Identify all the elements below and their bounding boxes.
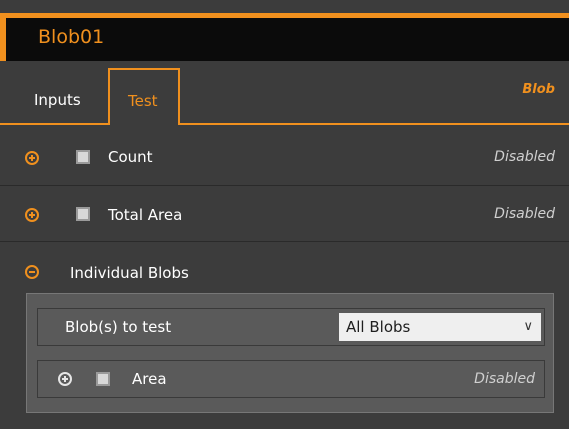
- plus-circle-icon[interactable]: [25, 208, 39, 222]
- individual-blobs-group: Blob(s) to test All Blobs ∨ Area Disable…: [26, 293, 554, 413]
- blobs-to-test-select[interactable]: All Blobs ∨: [339, 313, 541, 341]
- minus-circle-icon[interactable]: [25, 265, 39, 279]
- title-accent: [0, 18, 6, 61]
- count-label: Count: [108, 148, 153, 166]
- plus-circle-icon[interactable]: [58, 372, 72, 386]
- tab-test[interactable]: Test: [108, 68, 180, 127]
- tab-bar: [0, 61, 569, 125]
- total-area-checkbox[interactable]: [76, 207, 90, 221]
- tab-test-cover: [110, 123, 178, 127]
- window-title: Blob01: [38, 26, 105, 48]
- total-area-row: Total Area Disabled: [0, 186, 569, 242]
- count-checkbox[interactable]: [76, 150, 90, 164]
- area-row: Area Disabled: [37, 360, 545, 398]
- row-divider: [0, 241, 569, 242]
- count-row: Count Disabled: [0, 130, 569, 186]
- tab-underline: [0, 123, 569, 125]
- individual-blobs-label: Individual Blobs: [70, 264, 189, 282]
- title-bar: Blob01: [0, 13, 569, 61]
- count-status: Disabled: [494, 149, 555, 165]
- tab-test-label: Test: [128, 92, 158, 110]
- panel-type-label: Blob: [522, 82, 555, 97]
- blobs-to-test-value: All Blobs: [346, 318, 411, 336]
- blob-panel: Blob01 Inputs Test Blob Count Disabled T…: [0, 0, 569, 429]
- area-checkbox[interactable]: [96, 372, 110, 386]
- total-area-status: Disabled: [494, 206, 555, 222]
- blobs-to-test-label: Blob(s) to test: [65, 318, 172, 336]
- tab-inputs[interactable]: Inputs: [34, 91, 81, 109]
- blobs-to-test-row: Blob(s) to test All Blobs ∨: [37, 308, 545, 346]
- area-status: Disabled: [474, 371, 535, 387]
- chevron-down-icon: ∨: [523, 319, 533, 334]
- total-area-label: Total Area: [108, 206, 183, 224]
- individual-blobs-row: Individual Blobs: [0, 244, 569, 292]
- plus-circle-icon[interactable]: [25, 151, 39, 165]
- area-label: Area: [132, 370, 167, 388]
